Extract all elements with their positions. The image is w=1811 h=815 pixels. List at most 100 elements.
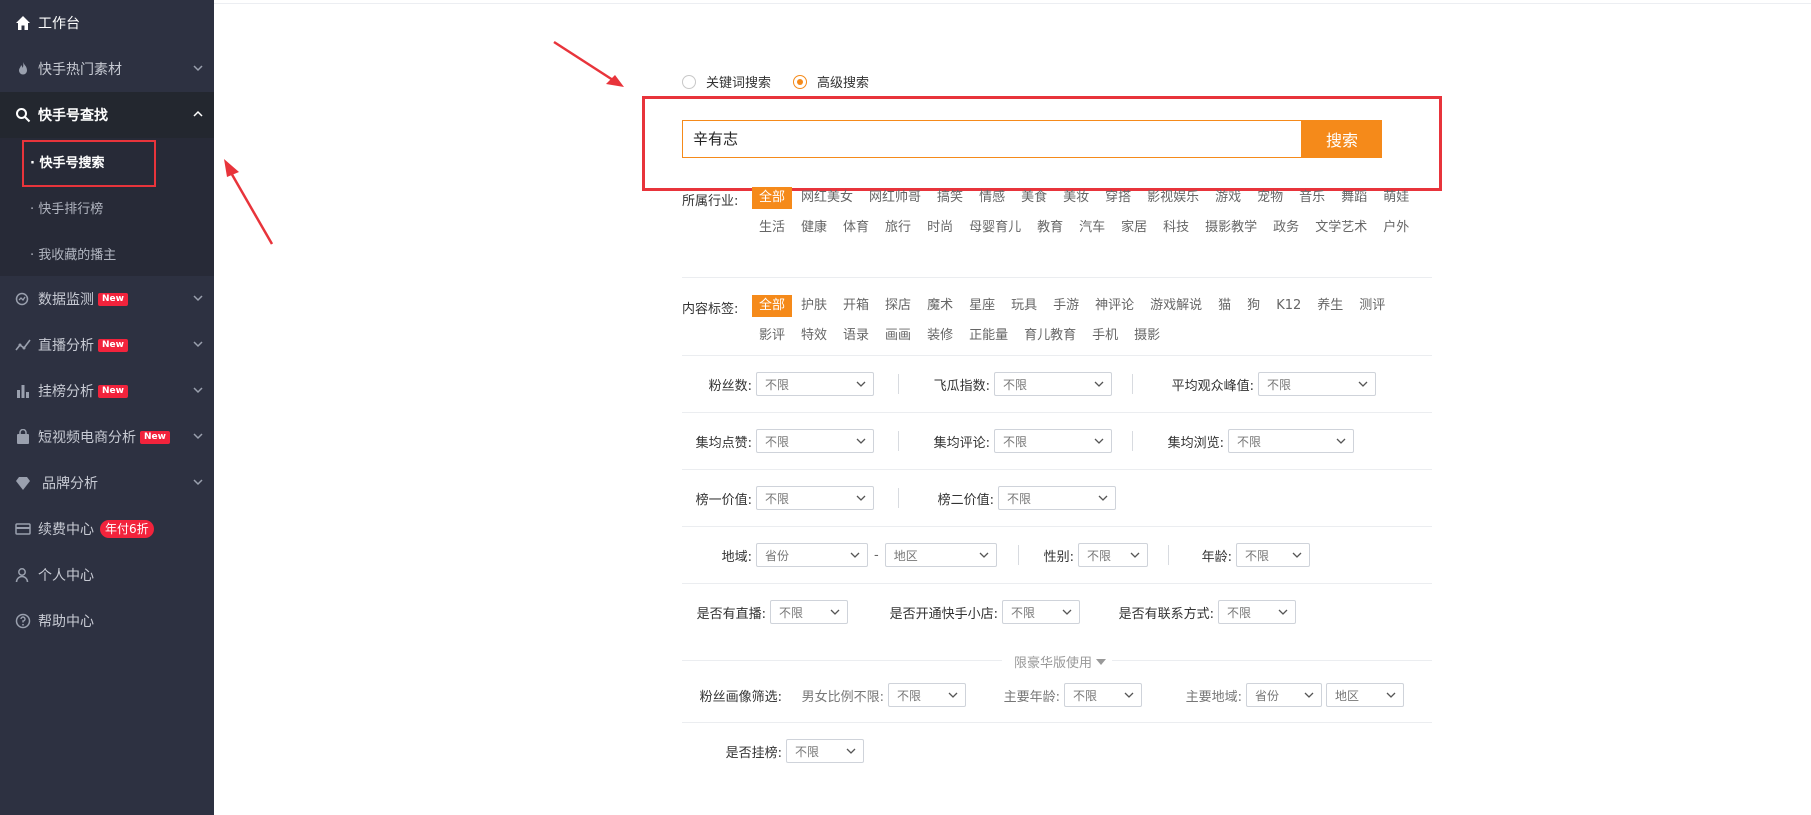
gender-ratio-select[interactable]: 不限 [888, 683, 966, 707]
content-tag[interactable]: 全部 [752, 295, 793, 317]
has-live-select[interactable]: 不限 [770, 600, 848, 624]
rank2-select[interactable]: 不限 [998, 486, 1116, 510]
rank1-select[interactable]: 不限 [756, 486, 874, 510]
advanced-search-label[interactable]: 高级搜索 [817, 72, 869, 91]
content-tag[interactable]: 测评 [1352, 295, 1392, 317]
chevron-down-icon [856, 381, 866, 387]
select-value: 省份 [1255, 688, 1280, 703]
industry-tag[interactable]: 旅行 [878, 217, 918, 239]
select-value: 不限 [897, 688, 922, 703]
search-input[interactable]: 辛有志 [682, 120, 1302, 158]
industry-tag[interactable]: 家居 [1114, 217, 1154, 239]
industry-tag[interactable]: 户外 [1376, 217, 1416, 239]
content-tag[interactable]: 玩具 [1004, 295, 1044, 317]
content-tag[interactable]: 神评论 [1088, 295, 1141, 317]
industry-tag[interactable]: 萌娃 [1376, 187, 1416, 209]
industry-tag[interactable]: 美食 [1014, 187, 1054, 209]
sidebar-item-help[interactable]: 帮助中心 [0, 598, 214, 644]
industry-tag[interactable]: 美妆 [1056, 187, 1096, 209]
industry-tag[interactable]: 网红帅哥 [862, 187, 928, 209]
avg-views-select[interactable]: 不限 [1228, 429, 1354, 453]
industry-tag[interactable]: 时尚 [920, 217, 960, 239]
sidebar-item-rank-analysis[interactable]: 挂榜分析 New [0, 368, 214, 414]
industry-tag[interactable]: 摄影教学 [1198, 217, 1264, 239]
avg-peak-select[interactable]: 不限 [1258, 372, 1376, 396]
avg-comments-select[interactable]: 不限 [994, 429, 1112, 453]
industry-tag[interactable]: 教育 [1030, 217, 1070, 239]
fans-select[interactable]: 不限 [756, 372, 874, 396]
sidebar-item-account-finder[interactable]: 快手号查找 [0, 92, 214, 138]
industry-tag[interactable]: 网红美女 [794, 187, 860, 209]
content-tag[interactable]: 养生 [1310, 295, 1350, 317]
content-tag[interactable]: 正能量 [962, 325, 1015, 347]
content-tag[interactable]: 影评 [752, 325, 792, 347]
deluxe-toggle[interactable]: 限豪华版使用 [1014, 652, 1107, 671]
industry-tag[interactable]: 文学艺术 [1308, 217, 1374, 239]
content-tag[interactable]: K12 [1269, 295, 1308, 317]
sidebar-item-hot-materials[interactable]: 快手热门素材 [0, 46, 214, 92]
keyword-search-radio[interactable] [682, 74, 696, 89]
industry-tag[interactable]: 政务 [1266, 217, 1306, 239]
industry-tag[interactable]: 汽车 [1072, 217, 1112, 239]
sidebar-item-renewal[interactable]: 续费中心 年付6折 [0, 506, 214, 552]
sidebar-item-live-analysis[interactable]: 直播分析 New [0, 322, 214, 368]
has-contact-select[interactable]: 不限 [1218, 600, 1296, 624]
content-tag[interactable]: 游戏解说 [1143, 295, 1209, 317]
industry-tag[interactable]: 健康 [794, 217, 834, 239]
industry-tag[interactable]: 体育 [836, 217, 876, 239]
search-button[interactable]: 搜索 [1302, 120, 1382, 158]
industry-tag[interactable]: 穿搭 [1098, 187, 1138, 209]
feigua-index-select[interactable]: 不限 [994, 372, 1112, 396]
industry-tag[interactable]: 搞笑 [930, 187, 970, 209]
avg-likes-select[interactable]: 不限 [756, 429, 874, 453]
industry-tag[interactable]: 情感 [972, 187, 1012, 209]
content-tag[interactable]: 语录 [836, 325, 876, 347]
content-tag[interactable]: 护肤 [794, 295, 834, 317]
has-shop-select[interactable]: 不限 [1002, 600, 1080, 624]
sidebar-item-workbench[interactable]: 工作台 [0, 0, 214, 46]
content-tag[interactable]: 摄影 [1127, 325, 1167, 347]
industry-tag[interactable]: 母婴育儿 [962, 217, 1028, 239]
sub-item-favorites[interactable]: · 我收藏的播主 [0, 230, 214, 276]
content-tag[interactable]: 星座 [962, 295, 1002, 317]
industry-tag[interactable]: 舞蹈 [1334, 187, 1374, 209]
select-value: 不限 [1003, 434, 1028, 449]
content-tag[interactable]: 手机 [1085, 325, 1125, 347]
industry-tag[interactable]: 游戏 [1208, 187, 1248, 209]
sidebar-item-ecommerce-analysis[interactable]: 短视频电商分析 New [0, 414, 214, 460]
content-tag[interactable]: 魔术 [920, 295, 960, 317]
content-tag[interactable]: 装修 [920, 325, 960, 347]
main-area-select[interactable]: 地区 [1326, 683, 1404, 707]
sub-item-ranking[interactable]: · 快手排行榜 [0, 184, 214, 230]
avg-views-label: 集均浏览: [1167, 435, 1224, 451]
keyword-search-label[interactable]: 关键词搜索 [706, 72, 771, 91]
content-tag[interactable]: 育儿教育 [1017, 325, 1083, 347]
content-tag[interactable]: 手游 [1046, 295, 1086, 317]
province-select[interactable]: 省份 [756, 543, 868, 567]
content-tag[interactable]: 探店 [878, 295, 918, 317]
advanced-search-radio[interactable] [793, 74, 808, 89]
content-tag[interactable]: 画画 [878, 325, 918, 347]
main-province-select[interactable]: 省份 [1246, 683, 1322, 707]
gender-select[interactable]: 不限 [1078, 543, 1148, 567]
feigua-index-label: 飞瓜指数: [933, 378, 990, 394]
on-rank-select[interactable]: 不限 [786, 739, 864, 763]
main-age-select[interactable]: 不限 [1064, 683, 1142, 707]
content-tag[interactable]: 特效 [794, 325, 834, 347]
content-tag[interactable]: 猫 [1211, 295, 1238, 317]
sidebar-item-brand-analysis[interactable]: 品牌分析 [0, 460, 214, 506]
industry-tag[interactable]: 影视娱乐 [1140, 187, 1206, 209]
industry-tag[interactable]: 生活 [752, 217, 792, 239]
sidebar-item-profile[interactable]: 个人中心 [0, 552, 214, 598]
select-value: 不限 [1073, 688, 1098, 703]
new-badge: New [98, 338, 128, 352]
industry-tag[interactable]: 宠物 [1250, 187, 1290, 209]
industry-tag[interactable]: 音乐 [1292, 187, 1332, 209]
industry-tag[interactable]: 全部 [752, 187, 793, 209]
area-select[interactable]: 地区 [884, 543, 997, 567]
content-tag[interactable]: 狗 [1240, 295, 1267, 317]
age-select[interactable]: 不限 [1236, 543, 1310, 567]
content-tag[interactable]: 开箱 [836, 295, 876, 317]
industry-tag[interactable]: 科技 [1156, 217, 1196, 239]
sidebar-item-monitor[interactable]: 数据监测 New [0, 276, 214, 322]
